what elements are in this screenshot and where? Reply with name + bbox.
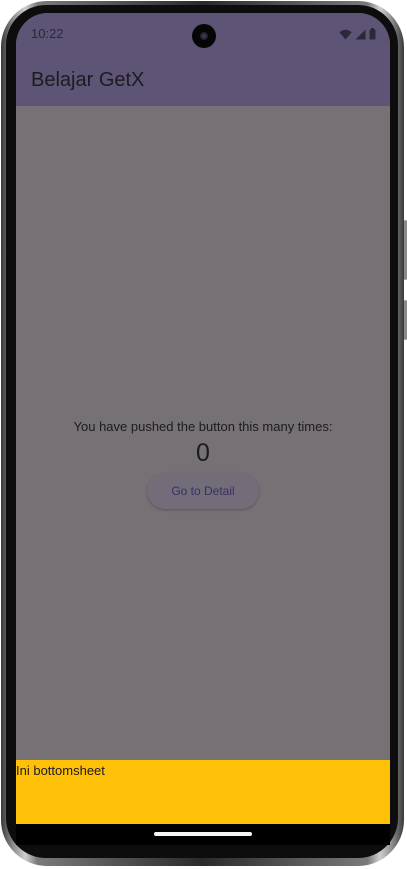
bottom-sheet[interactable]: Ini bottomsheet <box>16 760 390 824</box>
status-icons <box>339 27 376 41</box>
status-time: 10:22 <box>31 26 64 41</box>
system-navigation-bar <box>16 824 390 845</box>
wifi-icon <box>339 29 352 39</box>
cellular-signal-icon <box>355 29 366 39</box>
front-camera <box>192 24 216 48</box>
app-bar: Belajar GetX <box>16 57 390 106</box>
app-title: Belajar GetX <box>31 69 145 91</box>
bottom-sheet-text: Ini bottomsheet <box>16 763 105 778</box>
counter-value: 0 <box>196 439 210 467</box>
status-bar: 10:22 <box>16 13 390 57</box>
go-to-detail-button[interactable]: Go to Detail <box>147 473 259 509</box>
home-gesture-handle[interactable] <box>154 832 252 836</box>
battery-icon <box>369 28 376 40</box>
counter-caption: You have pushed the button this many tim… <box>73 419 333 434</box>
device: 10:22 Belajar GetX You have pushed the b… <box>0 0 407 869</box>
screen: 10:22 Belajar GetX You have pushed the b… <box>16 13 390 845</box>
